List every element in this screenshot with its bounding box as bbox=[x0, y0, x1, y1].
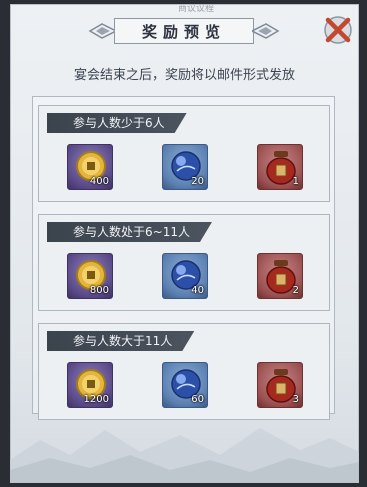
reward-item-gold-coin[interactable]: 800 bbox=[67, 253, 113, 299]
reward-item-wine-jar[interactable]: 3 bbox=[257, 362, 303, 408]
reward-item-gold-coin[interactable]: 400 bbox=[67, 144, 113, 190]
reward-item-gold-coin[interactable]: 1200 bbox=[67, 362, 113, 408]
reward-item-blue-orb[interactable]: 60 bbox=[162, 362, 208, 408]
reward-count: 3 bbox=[292, 394, 299, 405]
close-button[interactable] bbox=[322, 14, 354, 46]
reward-count: 20 bbox=[191, 176, 204, 187]
reward-count: 1200 bbox=[83, 394, 109, 405]
reward-count: 1 bbox=[292, 176, 299, 187]
reward-count: 60 bbox=[191, 394, 204, 405]
reward-tier-3: 参与人数大于11人 1200 60 3 bbox=[38, 323, 330, 420]
reward-item-wine-jar[interactable]: 2 bbox=[257, 253, 303, 299]
reward-tier-2: 参与人数处于6~11人 800 40 2 bbox=[38, 214, 330, 311]
reward-count: 400 bbox=[89, 176, 109, 187]
reward-item-wine-jar[interactable]: 1 bbox=[257, 144, 303, 190]
close-icon bbox=[324, 16, 352, 44]
reward-count: 800 bbox=[89, 285, 109, 296]
reward-count: 40 bbox=[191, 285, 204, 296]
mail-delivery-notice: 宴会结束之后，奖励将以邮件形式发放 bbox=[73, 68, 295, 83]
title-bar: 奖励预览 bbox=[88, 14, 280, 48]
title-right-ornament-icon bbox=[252, 23, 280, 39]
reward-count: 2 bbox=[292, 285, 299, 296]
window-title: 奖励预览 bbox=[114, 18, 254, 44]
tier-3-header: 参与人数大于11人 bbox=[47, 331, 194, 351]
tier-2-header: 参与人数处于6~11人 bbox=[47, 222, 212, 242]
reward-tier-1: 参与人数少于6人 400 20 1 bbox=[38, 105, 330, 202]
reward-item-blue-orb[interactable]: 40 bbox=[162, 253, 208, 299]
title-left-ornament-icon bbox=[88, 23, 116, 39]
reward-item-blue-orb[interactable]: 20 bbox=[162, 144, 208, 190]
background-title-text: 商议议程 bbox=[177, 5, 214, 13]
tier-1-header: 参与人数少于6人 bbox=[47, 113, 187, 133]
